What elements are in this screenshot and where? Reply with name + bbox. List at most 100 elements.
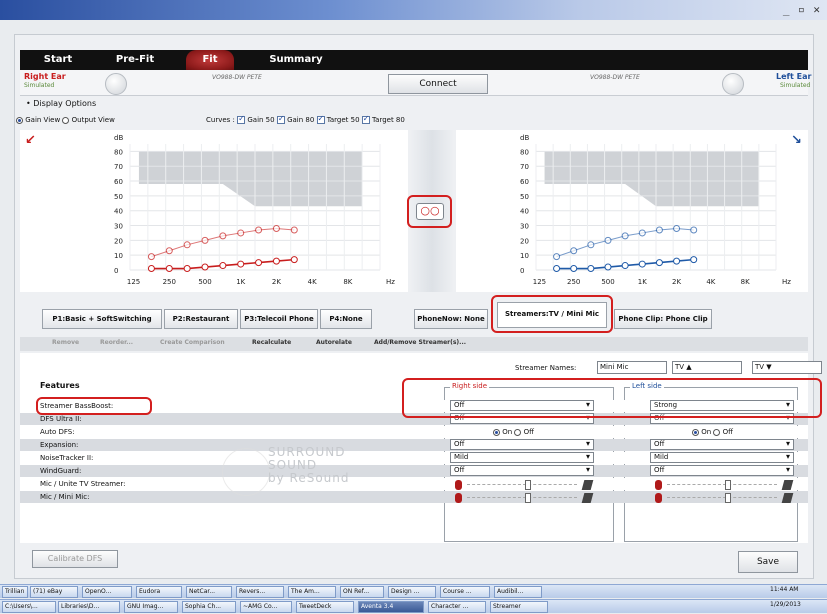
taskbar-button[interactable]: Sophia Ch... <box>182 601 236 613</box>
data-point <box>638 229 646 237</box>
tab-program-3[interactable]: P3:Telecoil Phone <box>240 309 318 329</box>
mic-icon <box>781 493 794 503</box>
display-options-toggle[interactable]: • Display Options <box>26 99 96 108</box>
taskbar-button[interactable]: OpenO... <box>82 586 132 598</box>
remove-action[interactable]: Remove <box>52 339 79 346</box>
taskbar-button[interactable]: Streamer <box>490 601 548 613</box>
data-point <box>621 262 629 270</box>
x-axis-label: Hz <box>386 278 395 286</box>
x-tick-label: 250 <box>163 278 176 286</box>
mic-mini-right-slider[interactable] <box>455 493 595 503</box>
slider-track <box>667 497 777 499</box>
taskbar-button[interactable]: C:\Users\... <box>2 601 56 613</box>
left-ear-label[interactable]: Left Ear <box>776 72 811 81</box>
right-ear-label[interactable]: Right Ear <box>24 72 66 81</box>
data-point <box>272 257 280 265</box>
recalculate-action[interactable]: Recalculate <box>252 339 291 346</box>
reorder-action[interactable]: Reorder... <box>100 339 133 346</box>
target50-checkbox[interactable] <box>316 114 325 124</box>
right-hearing-aid-icon[interactable] <box>105 73 127 95</box>
taskbar-button[interactable]: Course ... <box>440 586 490 598</box>
target80-checkbox[interactable] <box>361 114 370 124</box>
taskbar-button[interactable]: TweetDeck <box>296 601 354 613</box>
tab-streamers[interactable]: Streamers:TV / Mini Mic <box>497 302 607 328</box>
calibrate-dfs-button[interactable]: Calibrate DFS <box>32 550 118 568</box>
window-title-bar <box>0 0 827 20</box>
auto-dfs-left-off-radio[interactable] <box>713 428 721 436</box>
streamer-name-2-input[interactable]: TV ▲ <box>672 361 742 374</box>
watermark-text: SURROUND SOUND by ReSound <box>268 446 350 485</box>
noisetracker-left-select[interactable]: Mild <box>650 452 794 463</box>
taskbar-button[interactable]: NetCar... <box>186 586 232 598</box>
auto-dfs-right-off-radio[interactable] <box>514 428 522 436</box>
streamer-name-1-input[interactable]: Mini Mic <box>597 361 667 374</box>
expansion-right-select[interactable]: Off <box>450 439 594 450</box>
taskbar-button[interactable]: Libraries\D... <box>58 601 120 613</box>
y-tick-label: 30 <box>114 223 123 231</box>
dfs-ultra-right-select[interactable]: Off <box>450 413 594 424</box>
autorelate-action[interactable]: Autorelate <box>316 339 352 346</box>
taskbar-button[interactable]: Trillian <box>2 586 28 598</box>
taskbar-button[interactable]: Audibil... <box>494 586 542 598</box>
gain80-label: Gain 80 <box>287 116 315 124</box>
noisetracker-right-select[interactable]: Mild <box>450 452 594 463</box>
tab-start[interactable]: Start <box>38 50 78 70</box>
tab-program-1[interactable]: P1:Basic + SoftSwitching <box>42 309 162 329</box>
slider-thumb[interactable] <box>725 493 731 503</box>
slider-thumb[interactable] <box>525 493 531 503</box>
taskbar-button[interactable]: Character ... <box>428 601 486 613</box>
taskbar-button[interactable]: (71) eBay <box>30 586 78 598</box>
tab-fit[interactable]: Fit <box>186 50 234 70</box>
data-point <box>290 256 298 264</box>
data-point <box>183 241 191 249</box>
mic-unite-left-slider[interactable] <box>655 480 795 490</box>
curves-label: Curves : <box>206 116 235 124</box>
watermark-line3: by ReSound <box>268 471 350 485</box>
gain50-checkbox[interactable] <box>237 114 246 124</box>
window-controls[interactable]: _ ▫ ✕ <box>783 3 821 16</box>
slider-thumb[interactable] <box>525 480 531 490</box>
y-tick-label: 40 <box>114 208 123 216</box>
create-comparison-action[interactable]: Create Comparison <box>160 339 225 346</box>
y-axis-label: dB <box>520 134 529 142</box>
connect-button[interactable]: Connect <box>388 74 488 94</box>
tab-summary[interactable]: Summary <box>266 50 326 70</box>
tab-phonenow[interactable]: PhoneNow: None <box>414 309 488 329</box>
x-tick-label: 250 <box>567 278 580 286</box>
streamer-name-3-input[interactable]: TV ▼ <box>752 361 822 374</box>
taskbar-button[interactable]: GNU Imag... <box>124 601 178 613</box>
mic-unite-right-slider[interactable] <box>455 480 595 490</box>
x-tick-label: 500 <box>198 278 211 286</box>
left-hearing-aid-icon[interactable] <box>722 73 744 95</box>
dfs-ultra-left-select[interactable]: Off <box>650 413 794 424</box>
add-remove-streamers-action[interactable]: Add/Remove Streamer(s)... <box>374 339 466 346</box>
bassboost-right-select[interactable]: Off <box>450 400 594 411</box>
save-button[interactable]: Save <box>738 551 798 573</box>
mic-mini-left-slider[interactable] <box>655 493 795 503</box>
expansion-left-select[interactable]: Off <box>650 439 794 450</box>
x-tick-label: 8K <box>343 278 352 286</box>
output-view-radio[interactable] <box>62 116 70 124</box>
taskbar-button[interactable]: The Am... <box>288 586 336 598</box>
binaural-link-icon[interactable]: ○○ <box>416 203 444 220</box>
taskbar-button[interactable]: Revers... <box>236 586 284 598</box>
auto-dfs-left-on-radio[interactable] <box>692 428 699 436</box>
tab-pre-fit[interactable]: Pre-Fit <box>110 50 160 70</box>
tab-phone-clip[interactable]: Phone Clip: Phone Clip <box>614 309 712 329</box>
windguard-left-select[interactable]: Off <box>650 465 794 476</box>
auto-dfs-right-on-radio[interactable] <box>493 428 500 436</box>
slider-thumb[interactable] <box>725 480 731 490</box>
taskbar-button[interactable]: ~AMG Co... <box>240 601 292 613</box>
windguard-right-select[interactable]: Off <box>450 465 594 476</box>
taskbar-button[interactable]: Aventa 3.4 <box>358 601 424 613</box>
taskbar-button[interactable]: ON Ref... <box>340 586 384 598</box>
gain-view-radio[interactable] <box>16 116 23 124</box>
watermark-logo-icon <box>222 448 270 496</box>
gain80-checkbox[interactable] <box>276 114 285 124</box>
limit-region <box>138 151 363 207</box>
bassboost-left-select[interactable]: Strong <box>650 400 794 411</box>
tab-program-2[interactable]: P2:Restaurant <box>164 309 238 329</box>
taskbar-button[interactable]: Design ... <box>388 586 436 598</box>
tab-program-4[interactable]: P4:None <box>320 309 372 329</box>
taskbar-button[interactable]: Eudora <box>136 586 182 598</box>
